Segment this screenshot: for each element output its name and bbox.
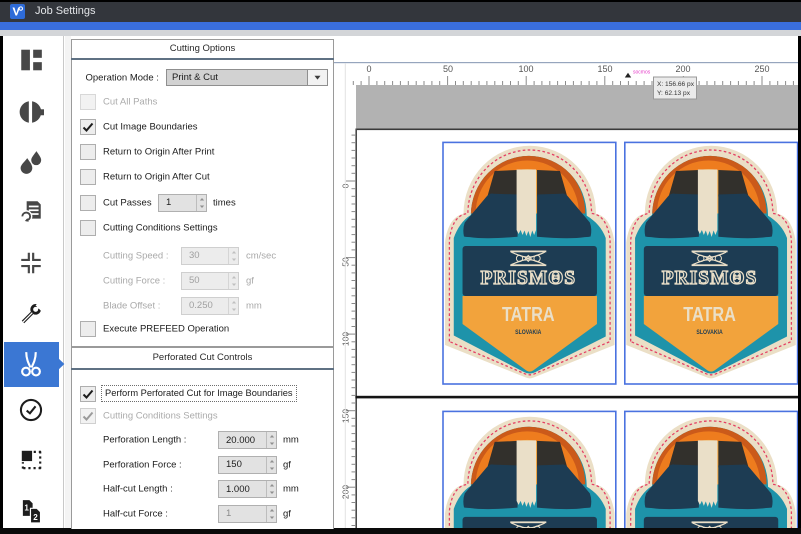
svg-text:0: 0 — [366, 64, 371, 74]
svg-text:50: 50 — [443, 64, 453, 74]
svg-text:socmos: socmos — [633, 70, 651, 76]
svg-text:1: 1 — [24, 503, 29, 512]
svg-text:200: 200 — [675, 64, 690, 74]
svg-text:150: 150 — [597, 64, 612, 74]
svg-text:X: 156.66 px: X: 156.66 px — [657, 81, 695, 88]
svg-text:2: 2 — [33, 513, 38, 522]
svg-text:Y: 62.13 px: Y: 62.13 px — [657, 90, 691, 97]
svg-text:100: 100 — [518, 64, 533, 74]
svg-text:250: 250 — [754, 64, 769, 74]
